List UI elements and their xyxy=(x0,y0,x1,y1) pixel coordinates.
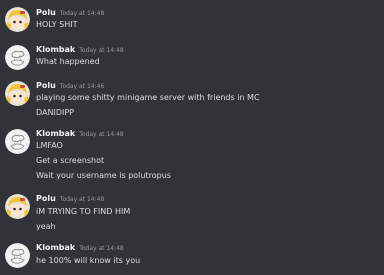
message-line: HOLY SHIT xyxy=(36,20,78,29)
message-line: Wait your username is polutropus xyxy=(36,171,171,180)
message-line: What happened xyxy=(36,57,100,66)
message-line: DANIDIPP xyxy=(36,108,75,117)
chat-message-list: Polu Today at 14:48 HOLY SHIT Klombak Toda… xyxy=(0,0,384,275)
polu-avatar-icon[interactable] xyxy=(5,194,30,219)
message-timestamp: Today at 14:48 xyxy=(59,10,105,17)
message-author[interactable]: Klombak Today at 14:48 xyxy=(36,45,124,54)
message-line: iM TRYING TO FIND HIM xyxy=(36,207,131,216)
author-name[interactable]: Klombak xyxy=(36,243,75,252)
author-name[interactable]: Klombak xyxy=(36,129,75,138)
message-line: Get a screenshot xyxy=(36,156,105,165)
message-author[interactable]: Polu Today at 14:46 xyxy=(36,81,104,90)
message-timestamp: Today at 14:48 xyxy=(79,47,124,54)
message-line: playing some shitty minigame server with… xyxy=(36,93,260,102)
message-timestamp: Today at 14:48 xyxy=(59,196,105,203)
message-timestamp: Today at 14:48 xyxy=(79,245,124,252)
polu-avatar-icon[interactable] xyxy=(5,7,30,32)
message-line: yeah xyxy=(36,222,56,231)
message-line: LMFAO xyxy=(36,141,63,150)
author-name[interactable]: Polu xyxy=(36,194,56,203)
message-author[interactable]: Klombak Today at 14:48 xyxy=(36,129,124,138)
message-author[interactable]: Polu Today at 14:48 xyxy=(36,8,104,17)
klombak-avatar-icon[interactable] xyxy=(5,45,30,70)
klombak-avatar-icon[interactable] xyxy=(5,243,30,268)
message-author[interactable]: Klombak Today at 14:48 xyxy=(36,243,124,252)
message-line: he 100% will know its you xyxy=(36,256,141,265)
author-name[interactable]: Polu xyxy=(36,81,56,90)
author-name[interactable]: Polu xyxy=(36,8,56,17)
message-author[interactable]: Polu Today at 14:48 xyxy=(36,194,104,203)
message-timestamp: Today at 14:48 xyxy=(79,131,124,138)
message-timestamp: Today at 14:46 xyxy=(59,83,105,90)
polu-avatar-icon[interactable] xyxy=(5,81,30,106)
klombak-avatar-icon[interactable] xyxy=(5,129,30,154)
author-name[interactable]: Klombak xyxy=(36,45,75,54)
